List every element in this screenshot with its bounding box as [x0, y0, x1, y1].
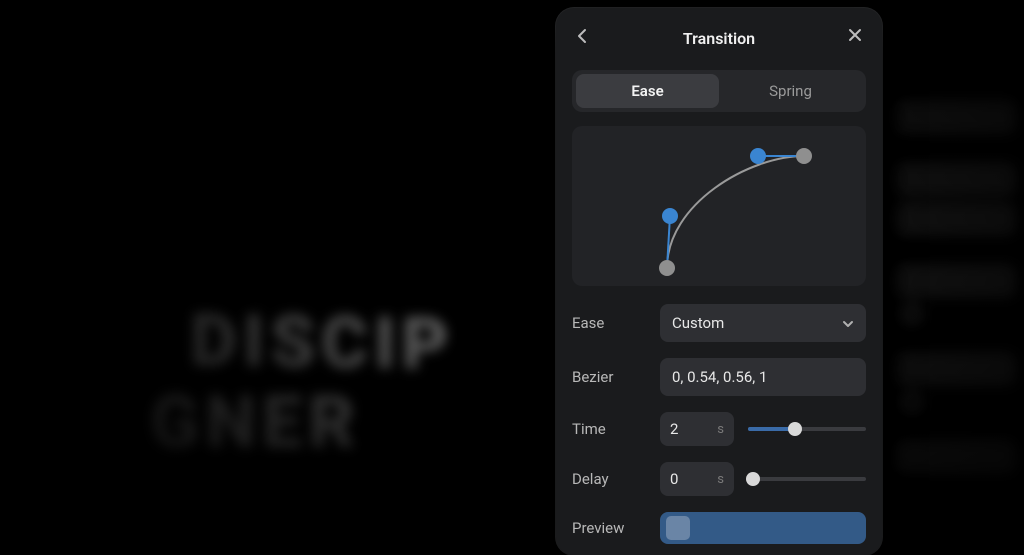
- tab-ease[interactable]: Ease: [576, 74, 719, 108]
- delay-value: 0: [670, 470, 678, 488]
- time-slider[interactable]: [748, 419, 866, 439]
- delay-label: Delay: [572, 470, 650, 488]
- bezier-label: Bezier: [572, 368, 650, 386]
- panel-header: Transition: [572, 22, 866, 54]
- ease-dropdown[interactable]: Custom: [660, 304, 866, 342]
- time-input[interactable]: 2 s: [660, 412, 734, 446]
- delay-row: Delay 0 s: [572, 462, 866, 496]
- delay-unit: s: [717, 472, 724, 487]
- time-row: Time 2 s: [572, 412, 866, 446]
- easing-type-tabs: Ease Spring: [572, 70, 866, 112]
- curve-end-point[interactable]: [796, 148, 812, 164]
- ease-row: Ease Custom: [572, 304, 866, 342]
- time-label: Time: [572, 420, 650, 438]
- curve-handle-1[interactable]: [662, 208, 678, 224]
- delay-slider[interactable]: [748, 469, 866, 489]
- back-button[interactable]: [572, 26, 592, 46]
- preview-row: Preview: [572, 512, 866, 544]
- curve-editor[interactable]: [572, 126, 866, 286]
- time-slider-thumb[interactable]: [788, 422, 802, 436]
- bezier-input[interactable]: 0, 0.54, 0.56, 1: [660, 358, 866, 396]
- close-button[interactable]: [844, 24, 866, 46]
- preview-track[interactable]: [660, 512, 866, 544]
- curve-start-point[interactable]: [659, 260, 675, 276]
- tab-spring[interactable]: Spring: [719, 74, 862, 108]
- preview-block: [666, 516, 690, 540]
- delay-input[interactable]: 0 s: [660, 462, 734, 496]
- panel-title: Transition: [683, 29, 755, 48]
- ease-value: Custom: [672, 314, 724, 332]
- bg-right-column: [896, 100, 1016, 520]
- bg-headline-1: DISCIP: [190, 298, 454, 388]
- bezier-value: 0, 0.54, 0.56, 1: [672, 368, 767, 386]
- preview-label: Preview: [572, 519, 650, 537]
- close-icon: [848, 28, 862, 42]
- chevron-left-icon: [577, 28, 587, 44]
- bg-headline-2: GNER: [150, 380, 361, 465]
- curve-canvas: [572, 126, 866, 286]
- chevron-down-icon: [842, 314, 854, 332]
- bezier-row: Bezier 0, 0.54, 0.56, 1: [572, 358, 866, 396]
- delay-slider-thumb[interactable]: [746, 472, 760, 486]
- transition-panel: Transition Ease Spring Ease Custom: [556, 8, 882, 555]
- time-value: 2: [670, 420, 678, 438]
- time-unit: s: [717, 422, 724, 437]
- ease-label: Ease: [572, 314, 650, 332]
- curve-handle-2[interactable]: [750, 148, 766, 164]
